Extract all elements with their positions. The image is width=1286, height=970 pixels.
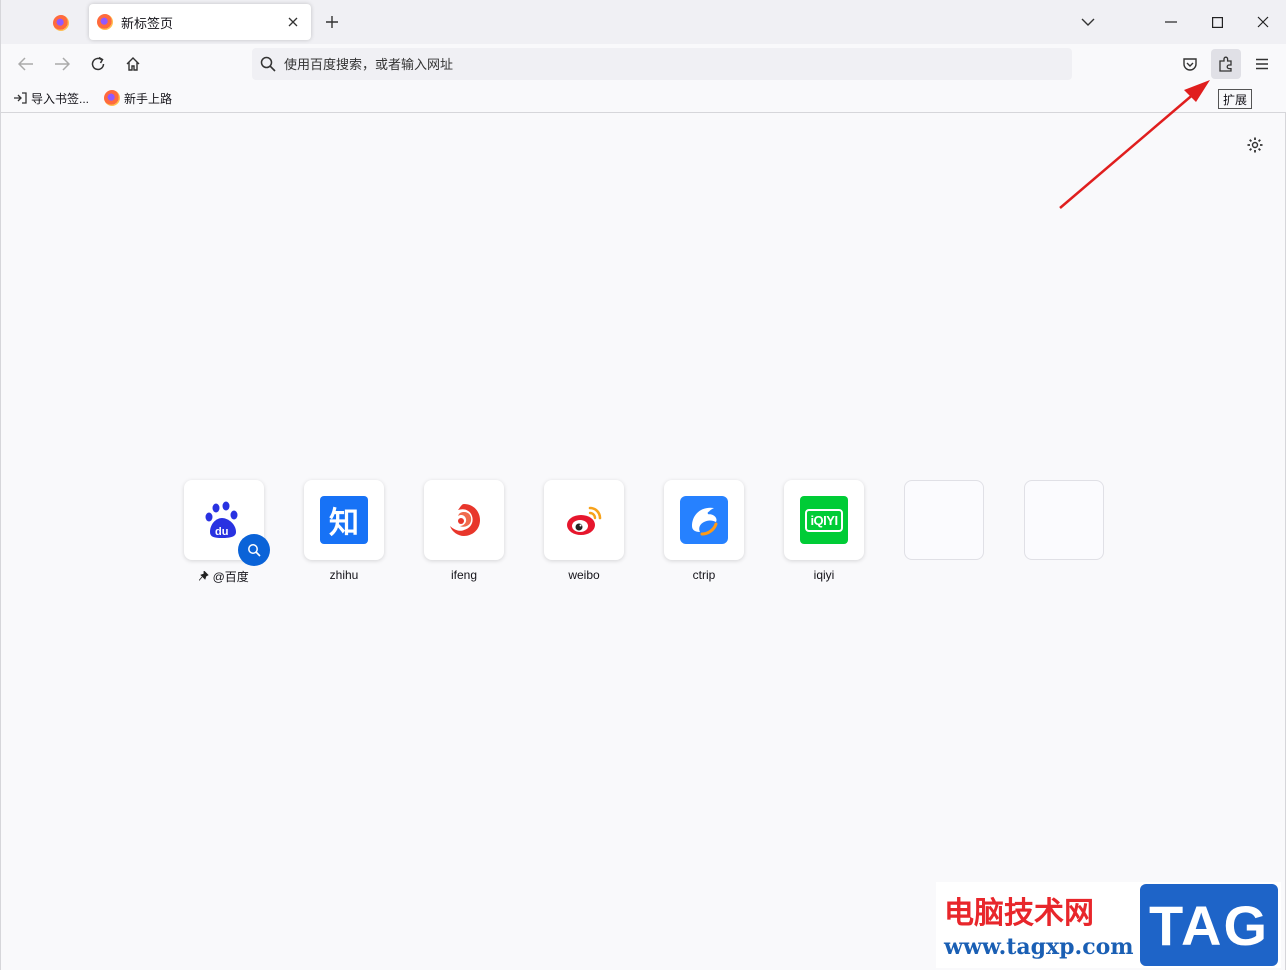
tab-strip: 新标签页 bbox=[0, 0, 1286, 44]
shortcut-label-text: @百度 bbox=[212, 570, 249, 584]
extensions-tooltip: 扩展 bbox=[1218, 89, 1253, 109]
bookmark-label: 新手上路 bbox=[124, 91, 173, 106]
shortcut-label: @百度 bbox=[164, 568, 284, 585]
tab-label: 新标签页 bbox=[121, 15, 174, 31]
bookmark-import[interactable]: 导入书签... bbox=[13, 89, 89, 107]
close-window-button[interactable] bbox=[1240, 0, 1286, 44]
puzzle-icon bbox=[1219, 56, 1232, 72]
bookmarks-toolbar: 导入书签... 新手上路 bbox=[0, 84, 1286, 113]
svg-text:du: du bbox=[215, 526, 228, 538]
gear-icon bbox=[1247, 137, 1263, 153]
home-button[interactable] bbox=[118, 50, 148, 78]
shortcut-tile-ctrip[interactable] bbox=[664, 480, 744, 560]
arrow-left-icon bbox=[18, 57, 33, 71]
zhihu-logo-glyph: 知 bbox=[329, 507, 359, 540]
firefox-icon bbox=[53, 15, 69, 31]
shortcut-tile-iqiyi[interactable]: iQIYI bbox=[784, 480, 864, 560]
extensions-button[interactable] bbox=[1211, 49, 1241, 79]
baidu-logo-icon: du bbox=[205, 501, 238, 538]
new-tab-page: du @百度 知 zhihu ifeng weibo ctrip iQIYI i… bbox=[0, 113, 1286, 970]
weibo-logo-icon bbox=[567, 506, 602, 535]
watermark: 电脑技术网 www.tagxp.com TAG bbox=[936, 882, 1281, 968]
minimize-button[interactable] bbox=[1148, 0, 1194, 44]
new-tab-button[interactable] bbox=[319, 9, 345, 35]
ifeng-logo-icon bbox=[450, 504, 480, 536]
ctrip-logo-icon bbox=[680, 496, 728, 544]
chevron-down-icon bbox=[1081, 18, 1095, 26]
zhihu-logo-icon: 知 bbox=[320, 496, 368, 544]
arrow-right-icon bbox=[55, 57, 70, 71]
reload-button[interactable] bbox=[83, 50, 113, 78]
tab-new-tab[interactable]: 新标签页 bbox=[89, 4, 311, 40]
watermark-title: 电脑技术网 bbox=[944, 896, 1094, 931]
forward-button[interactable] bbox=[47, 50, 77, 78]
shortcut-tile-baidu[interactable]: du bbox=[184, 480, 270, 566]
firefox-icon bbox=[97, 14, 113, 30]
plus-icon bbox=[326, 16, 338, 28]
hamburger-menu-icon bbox=[1256, 58, 1268, 70]
app-menu-button[interactable] bbox=[1247, 50, 1277, 78]
home-icon bbox=[126, 57, 140, 71]
back-button[interactable] bbox=[11, 50, 41, 78]
search-icon bbox=[260, 56, 276, 72]
close-tab-icon[interactable] bbox=[283, 12, 303, 32]
shortcut-tile-empty[interactable] bbox=[904, 480, 984, 560]
shortcut-label: ctrip bbox=[692, 568, 716, 582]
list-all-tabs-button[interactable] bbox=[1075, 9, 1101, 35]
search-icon bbox=[248, 544, 261, 557]
minimize-icon bbox=[1165, 21, 1177, 23]
reload-icon bbox=[91, 56, 105, 71]
watermark-tag-logo: TAG bbox=[1140, 884, 1278, 966]
iqiyi-logo-glyph: iQIYI bbox=[805, 508, 843, 532]
maximize-icon bbox=[1211, 16, 1223, 28]
watermark-url: www.tagxp.com bbox=[944, 934, 1134, 960]
import-icon bbox=[14, 92, 27, 104]
shortcut-label: ifeng bbox=[450, 568, 478, 582]
shortcut-label: zhihu bbox=[329, 568, 359, 582]
shortcut-label: weibo bbox=[568, 568, 600, 582]
maximize-button[interactable] bbox=[1194, 0, 1240, 44]
bookmark-getting-started[interactable]: 新手上路 bbox=[104, 89, 172, 107]
pin-icon bbox=[198, 570, 209, 581]
settings-button[interactable] bbox=[1245, 135, 1265, 155]
iqiyi-logo-icon: iQIYI bbox=[800, 496, 848, 544]
shortcut-label: iqiyi bbox=[813, 568, 835, 582]
bookmark-label: 导入书签... bbox=[31, 91, 90, 106]
pinned-tab[interactable] bbox=[41, 8, 81, 38]
pocket-button[interactable] bbox=[1175, 50, 1205, 78]
url-bar[interactable] bbox=[252, 48, 1072, 80]
close-icon bbox=[1257, 16, 1269, 28]
shortcut-tile-zhihu[interactable]: 知 bbox=[304, 480, 384, 560]
shortcut-tile-ifeng[interactable] bbox=[424, 480, 504, 560]
shortcut-tile-weibo[interactable] bbox=[544, 480, 624, 560]
search-shortcut-badge bbox=[238, 534, 270, 566]
shortcut-tile-empty[interactable] bbox=[1024, 480, 1104, 560]
navigation-toolbar bbox=[0, 44, 1286, 84]
firefox-icon bbox=[104, 90, 120, 106]
url-input[interactable] bbox=[284, 56, 1044, 72]
pocket-icon bbox=[1183, 58, 1197, 71]
